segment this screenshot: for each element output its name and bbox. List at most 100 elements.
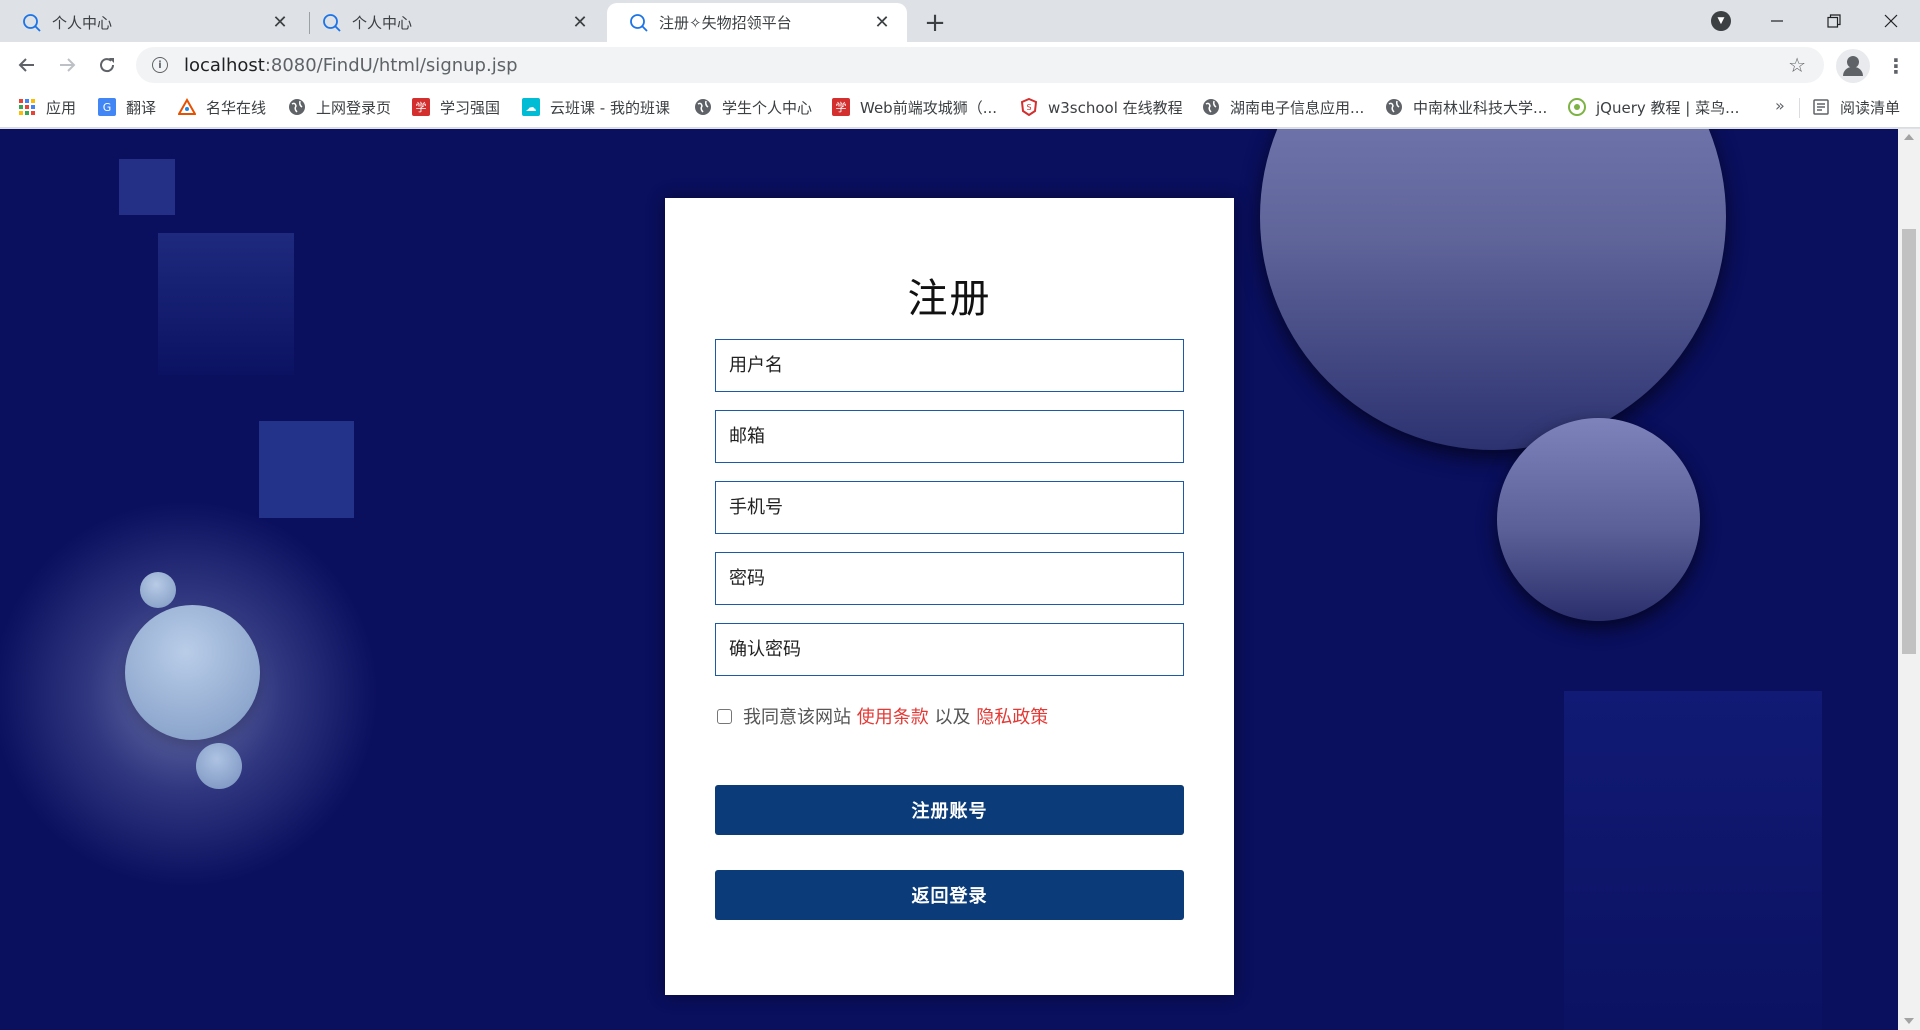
agree-terms-row: 我同意该网站 使用条款 以及 隐私政策 (717, 703, 1048, 729)
bookmark-yunbanke[interactable]: ☁ 云班课 - 我的班课 (522, 88, 670, 126)
confirm-password-input[interactable] (715, 623, 1184, 676)
bookmark-star-icon[interactable]: ☆ (1788, 53, 1806, 77)
translate-icon: G (98, 98, 116, 116)
close-icon[interactable]: ✕ (569, 12, 591, 34)
bookmark-translate[interactable]: G 翻译 (98, 88, 156, 126)
bookmarks-bar: 应用 G 翻译 名华在线 上网登录页 学 学习强国 ☁ 云班课 - 我的班课 学… (0, 88, 1920, 128)
decor-bubble (125, 605, 260, 740)
close-icon[interactable]: ✕ (871, 12, 893, 34)
tab-search-icon[interactable]: ▼ (1711, 11, 1731, 31)
minimize-icon (1771, 20, 1783, 22)
page-viewport: 注册 我同意该网站 使用条款 以及 隐私政策 注册账号 返回登录 (0, 129, 1898, 1030)
bookmark-label: 翻译 (126, 98, 157, 117)
bookmark-label: 应用 (46, 98, 77, 117)
tab-signup[interactable]: 注册✧失物招领平台 ✕ (607, 3, 907, 42)
globe-icon (695, 99, 711, 115)
globe-icon (1386, 99, 1402, 115)
privacy-link[interactable]: 隐私政策 (976, 703, 1048, 729)
browser-toolbar: i localhost:8080/FindU/html/signup.jsp ☆ (0, 42, 1920, 88)
decor-medium-circle (1497, 418, 1700, 621)
bookmark-login-page[interactable]: 上网登录页 (288, 88, 391, 126)
search-icon (23, 13, 41, 32)
bookmark-label: 湖南电子信息应用... (1230, 98, 1365, 117)
bookmark-xuexi[interactable]: 学 学习强国 (412, 88, 500, 126)
forward-button[interactable] (50, 48, 84, 82)
register-button[interactable]: 注册账号 (715, 785, 1184, 835)
page-title: 注册 (907, 276, 992, 322)
arrow-right-icon (60, 58, 76, 72)
back-button[interactable] (10, 48, 44, 82)
bookmark-csuft[interactable]: 中南林业科技大学... (1385, 88, 1547, 126)
username-input[interactable] (715, 339, 1184, 392)
w3school-icon: S (1020, 98, 1038, 116)
tab-title: 个人中心 (52, 14, 113, 32)
tab-strip: 个人中心 ✕ 个人中心 ✕ 注册✧失物招领平台 ✕ + ▼ (0, 0, 1920, 42)
phone-input[interactable] (715, 481, 1184, 534)
decor-square (1564, 691, 1822, 1030)
signup-card: 注册 我同意该网站 使用条款 以及 隐私政策 注册账号 返回登录 (665, 198, 1234, 995)
triangle-logo-icon (178, 98, 196, 115)
restore-icon (1827, 14, 1841, 28)
reload-icon (100, 58, 115, 73)
info-icon[interactable]: i (152, 57, 168, 73)
close-icon (1884, 14, 1898, 28)
divider (1799, 98, 1800, 118)
apps-grid-icon (19, 99, 35, 115)
scrollbar-thumb[interactable] (1902, 229, 1916, 654)
tab-title: 个人中心 (352, 14, 413, 32)
svg-text:S: S (1026, 103, 1031, 112)
decor-square (158, 233, 294, 375)
search-icon (630, 13, 648, 32)
bookmark-jquery[interactable]: jQuery 教程 | 菜鸟... (1568, 88, 1739, 126)
agree-checkbox[interactable] (717, 708, 732, 724)
reading-list-label: 阅读清单 (1840, 98, 1901, 117)
reading-list-icon (1813, 99, 1829, 115)
page-scrollbar[interactable] (1898, 129, 1920, 1030)
bookmark-label: 中南林业科技大学... (1413, 98, 1548, 117)
bookmark-minghua[interactable]: 名华在线 (178, 88, 266, 126)
bookmark-label: 学习强国 (440, 98, 501, 117)
tab-title: 注册✧失物招领平台 (659, 14, 792, 32)
more-bookmarks-icon[interactable]: » (1775, 96, 1785, 115)
bookmark-label: 名华在线 (206, 98, 267, 117)
globe-icon (289, 99, 305, 115)
decor-square (119, 159, 175, 215)
tab-personal-center-1[interactable]: 个人中心 ✕ (0, 3, 305, 42)
close-window-button[interactable] (1862, 0, 1920, 42)
bookmark-label: Web前端攻城狮（... (860, 98, 998, 117)
bookmark-label: 上网登录页 (316, 98, 392, 117)
bookmark-label: 学生个人中心 (722, 98, 813, 117)
scroll-down-icon[interactable] (1904, 1018, 1914, 1024)
restore-button[interactable] (1805, 0, 1863, 42)
address-bar[interactable]: i localhost:8080/FindU/html/signup.jsp ☆ (136, 47, 1824, 83)
bookmark-student-center[interactable]: 学生个人中心 (694, 88, 812, 126)
agree-mid-text: 以及 (934, 707, 971, 728)
more-menu-icon[interactable]: ⋮ (1884, 49, 1908, 83)
bookmark-hunan-eit[interactable]: 湖南电子信息应用... (1202, 88, 1364, 126)
bookmark-apps[interactable]: 应用 (18, 88, 76, 126)
minimize-button[interactable] (1748, 0, 1806, 42)
tab-personal-center-2[interactable]: 个人中心 ✕ (300, 3, 605, 42)
globe-icon (1203, 99, 1219, 115)
xuexi-icon: 学 (412, 98, 430, 116)
decor-square (259, 421, 354, 518)
bookmark-web-frontend[interactable]: 学 Web前端攻城狮（... (832, 88, 997, 126)
runoob-icon (1568, 98, 1586, 116)
search-icon (323, 13, 341, 32)
new-tab-button[interactable]: + (920, 8, 950, 38)
bookmark-label: jQuery 教程 | 菜鸟... (1596, 98, 1740, 117)
url-text[interactable]: localhost:8080/FindU/html/signup.jsp (184, 55, 518, 76)
bookmark-w3school[interactable]: S w3school 在线教程 (1020, 88, 1183, 126)
profile-avatar-button[interactable] (1836, 49, 1870, 83)
decor-bubble (140, 572, 176, 608)
reload-button[interactable] (90, 48, 124, 82)
close-icon[interactable]: ✕ (269, 12, 291, 34)
terms-link[interactable]: 使用条款 (857, 703, 929, 729)
back-to-login-button[interactable]: 返回登录 (715, 870, 1184, 920)
arrow-left-icon (18, 58, 34, 72)
reading-list-button[interactable]: 阅读清单 (1812, 88, 1900, 126)
email-input[interactable] (715, 410, 1184, 463)
decor-large-circle (1260, 129, 1726, 450)
scroll-up-icon[interactable] (1904, 134, 1914, 140)
password-input[interactable] (715, 552, 1184, 605)
